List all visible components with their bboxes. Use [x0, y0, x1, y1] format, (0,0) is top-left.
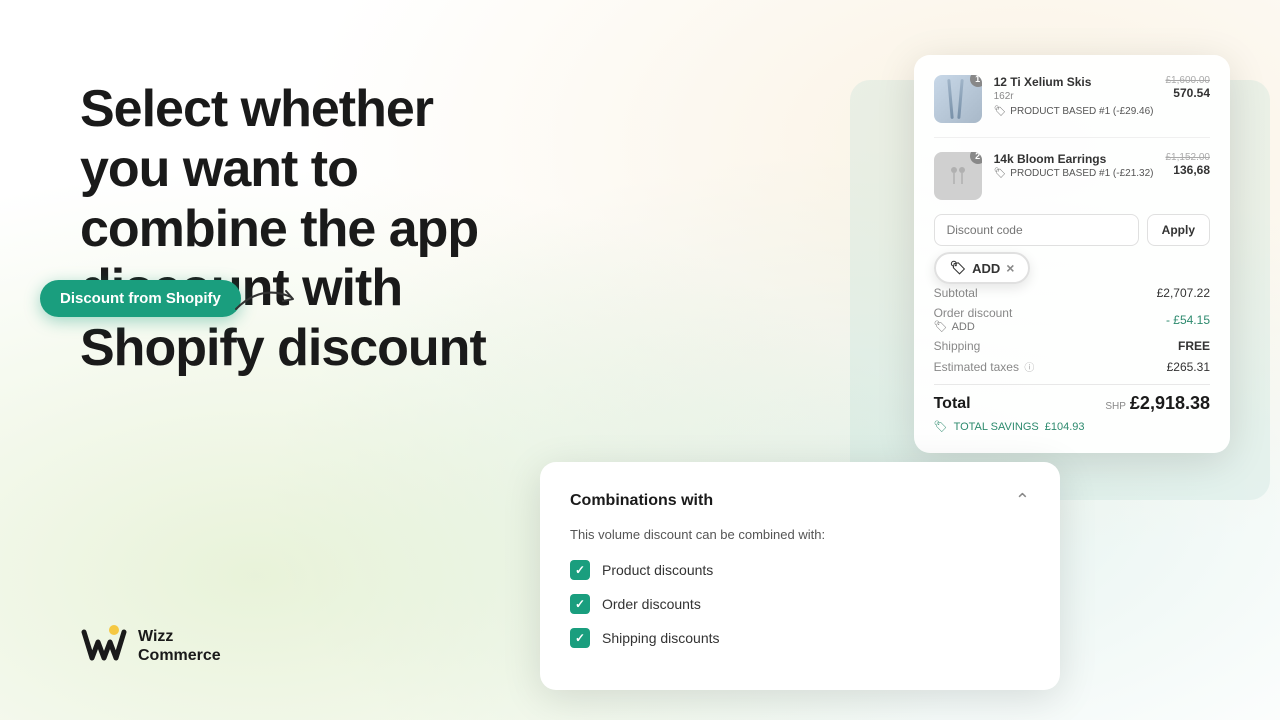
order-discounts-label: Order discounts	[602, 596, 701, 612]
logo: Wizz Commerce	[80, 622, 221, 670]
checkmark-icon-3: ✓	[575, 631, 585, 645]
total-label: Total	[934, 395, 971, 413]
left-section: Select whether you want to combine the a…	[80, 80, 600, 379]
price-original-1: £1,600.00	[1166, 75, 1211, 86]
checkbox-order[interactable]: ✓	[570, 594, 590, 614]
price-current-2: 136,68	[1166, 163, 1211, 177]
add-discount-badge[interactable]: 🏷 ADD ×	[934, 252, 1031, 284]
total-value: £2,918.38	[1130, 393, 1210, 414]
item-name-1: 12 Ti Xelium Skis	[994, 75, 1154, 89]
discount-code-row: Apply 🏷 ADD ×	[934, 214, 1210, 246]
taxes-row: Estimated taxes ⓘ £265.31	[934, 359, 1210, 374]
subtotal-label: Subtotal	[934, 286, 978, 300]
tag-small-icon-2: 🏷	[934, 320, 948, 333]
shipping-label: Shipping	[934, 339, 981, 353]
shipping-discounts-label: Shipping discounts	[602, 630, 720, 646]
item-prices-2: £1,152.00 136,68	[1166, 152, 1211, 177]
order-discount-row: Order discount 🏷 ADD - £54.15	[934, 306, 1210, 333]
wizzcommerce-logo-icon	[80, 622, 128, 670]
order-item-2: 2 14k Bloom Earrings 🏷 PRODUCT BASED #1 …	[934, 152, 1210, 200]
shipping-row: Shipping FREE	[934, 339, 1210, 353]
apply-button[interactable]: Apply	[1147, 214, 1210, 246]
tag-savings-icon: 🏷	[934, 420, 948, 433]
taxes-label: Estimated taxes ⓘ	[934, 359, 1035, 374]
item-info-1: 12 Ti Xelium Skis 162r 🏷 PRODUCT BASED #…	[994, 75, 1154, 117]
checkmark-icon-2: ✓	[575, 597, 585, 611]
combinations-title: Combinations with	[570, 492, 713, 510]
savings-row: 🏷 TOTAL SAVINGS £104.93	[934, 420, 1210, 433]
logo-text: Wizz Commerce	[138, 627, 221, 665]
subtotal-row: Subtotal £2,707.22	[934, 286, 1210, 300]
discount-code-input[interactable]	[934, 214, 1139, 246]
item-name-2: 14k Bloom Earrings	[994, 152, 1154, 166]
close-icon[interactable]: ×	[1006, 260, 1014, 276]
item-badge-1: 1	[970, 75, 982, 87]
shipping-value: FREE	[1178, 339, 1210, 353]
order-item-1: 1 12 Ti Xelium Skis 162r 🏷 PRODUCT BASED…	[934, 75, 1210, 138]
taxes-value: £265.31	[1167, 360, 1210, 374]
item-image-ski: 1	[934, 75, 982, 123]
item-discount-1: 🏷 PRODUCT BASED #1 (-£29.46)	[994, 106, 1154, 117]
order-summary: Subtotal £2,707.22 Order discount 🏷 ADD …	[934, 286, 1210, 433]
item-info-2: 14k Bloom Earrings 🏷 PRODUCT BASED #1 (-…	[994, 152, 1154, 179]
tag-icon-1: 🏷	[994, 106, 1007, 117]
item-prices-1: £1,600.00 570.54	[1166, 75, 1211, 100]
total-currency-note: SHP	[1105, 401, 1126, 412]
item-image-earring: 2	[934, 152, 982, 200]
order-card: 1 12 Ti Xelium Skis 162r 🏷 PRODUCT BASED…	[914, 55, 1230, 453]
shopify-bubble-text: Discount from Shopify	[40, 280, 241, 317]
shopify-discount-bubble: Discount from Shopify	[40, 280, 241, 317]
item-discount-2: 🏷 PRODUCT BASED #1 (-£21.32)	[994, 168, 1154, 179]
info-icon: ⓘ	[1024, 363, 1034, 374]
order-discount-value: - £54.15	[1166, 313, 1210, 327]
tag-small-icon: 🏷	[950, 260, 967, 276]
product-discounts-label: Product discounts	[602, 562, 713, 578]
price-current-1: 570.54	[1166, 86, 1211, 100]
checkbox-item-product: ✓ Product discounts	[570, 560, 1030, 580]
checkbox-shipping[interactable]: ✓	[570, 628, 590, 648]
item-variant-1: 162r	[994, 91, 1154, 102]
subtotal-value: £2,707.22	[1157, 286, 1210, 300]
combinations-header: Combinations with ⌃	[570, 490, 1030, 511]
checkmark-icon: ✓	[575, 563, 585, 577]
main-heading: Select whether you want to combine the a…	[80, 80, 600, 379]
add-sub-label: 🏷 ADD	[934, 320, 1013, 333]
total-row: Total SHP £2,918.38	[934, 384, 1210, 414]
price-original-2: £1,152.00	[1166, 152, 1211, 163]
order-card-wrapper: 1 12 Ti Xelium Skis 162r 🏷 PRODUCT BASED…	[914, 55, 1230, 453]
total-value-wrap: SHP £2,918.38	[1105, 393, 1210, 414]
order-discount-label: Order discount 🏷 ADD	[934, 306, 1013, 333]
checkbox-product[interactable]: ✓	[570, 560, 590, 580]
combinations-description: This volume discount can be combined wit…	[570, 527, 1030, 542]
checkbox-item-order: ✓ Order discounts	[570, 594, 1030, 614]
checkbox-item-shipping: ✓ Shipping discounts	[570, 628, 1030, 648]
arrow-icon	[231, 279, 301, 319]
chevron-up-icon[interactable]: ⌃	[1015, 490, 1030, 511]
combinations-card: Combinations with ⌃ This volume discount…	[540, 462, 1060, 690]
tag-icon-2: 🏷	[994, 168, 1007, 179]
